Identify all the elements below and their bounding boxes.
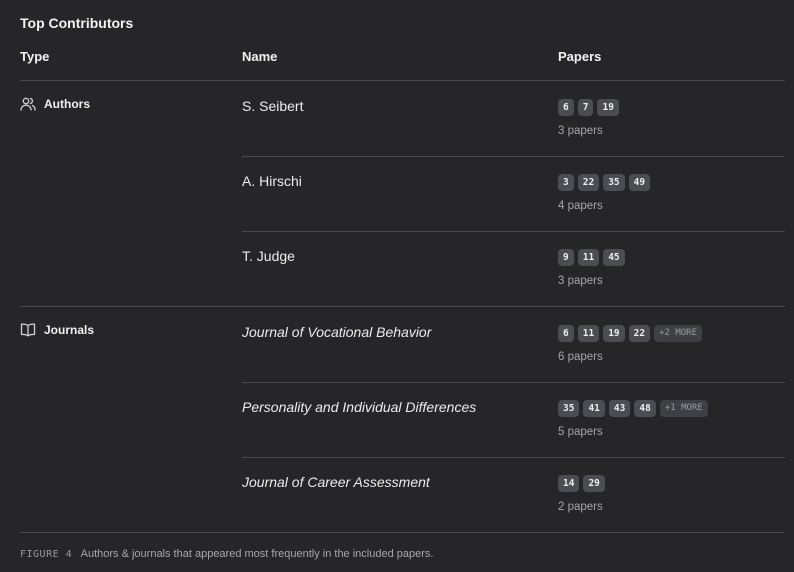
column-header-papers: Papers <box>558 49 602 64</box>
more-papers-badge[interactable]: +2 MORE <box>654 325 703 342</box>
paper-badges: 14 29 <box>558 475 609 492</box>
table-row: Personality and Individual Differences 3… <box>242 382 785 458</box>
paper-badge[interactable]: 41 <box>583 400 605 417</box>
paper-badge[interactable]: 19 <box>603 325 625 342</box>
journal-name: Journal of Vocational Behavior <box>242 324 432 340</box>
table-row: S. Seibert 6 7 19 3 papers <box>242 81 785 157</box>
users-icon <box>20 97 36 111</box>
table-row: T. Judge 9 11 45 3 papers <box>242 231 785 306</box>
more-papers-badge[interactable]: +1 MORE <box>659 400 708 417</box>
paper-badges: 9 11 45 <box>558 249 629 266</box>
paper-badge[interactable]: 14 <box>558 475 580 492</box>
group-label-journals: Journals <box>20 323 94 337</box>
paper-badge[interactable]: 48 <box>634 400 656 417</box>
paper-badge[interactable]: 49 <box>628 174 651 191</box>
column-header-name: Name <box>242 49 278 64</box>
paper-count: 5 papers <box>558 426 603 438</box>
paper-badge[interactable]: 6 <box>558 99 574 116</box>
author-name: T. Judge <box>242 248 295 264</box>
author-name: S. Seibert <box>242 98 304 114</box>
table-bottom-divider <box>20 532 785 533</box>
paper-badges: 35 41 43 48 +1 MORE <box>558 400 712 417</box>
paper-badge[interactable]: 19 <box>597 99 619 116</box>
section-title: Top Contributors <box>20 15 134 31</box>
paper-badge[interactable]: 7 <box>577 99 594 116</box>
group-label-text: Authors <box>44 97 90 111</box>
paper-badges: 6 11 19 22 +2 MORE <box>558 325 706 342</box>
paper-badge[interactable]: 29 <box>583 475 605 492</box>
paper-badge[interactable]: 35 <box>558 400 580 417</box>
paper-badge[interactable]: 3 <box>558 174 574 191</box>
paper-badge[interactable]: 11 <box>577 249 600 266</box>
table-header: Type Name Papers <box>20 48 785 81</box>
paper-badge[interactable]: 35 <box>603 174 625 191</box>
author-name: A. Hirschi <box>242 173 302 189</box>
paper-badge[interactable]: 22 <box>577 174 600 191</box>
paper-badge[interactable]: 22 <box>628 325 651 342</box>
paper-badge[interactable]: 45 <box>603 249 625 266</box>
paper-count: 4 papers <box>558 200 603 212</box>
caption-text: Authors & journals that appeared most fr… <box>80 548 434 560</box>
group-label-authors: Authors <box>20 97 90 111</box>
paper-count: 3 papers <box>558 125 603 137</box>
column-header-type: Type <box>20 49 50 64</box>
paper-badges: 6 7 19 <box>558 99 623 116</box>
table-row: A. Hirschi 3 22 35 49 4 papers <box>242 156 785 232</box>
paper-count: 2 papers <box>558 501 603 513</box>
table-row: Journal of Career Assessment 14 29 2 pap… <box>242 457 785 532</box>
paper-badge[interactable]: 11 <box>577 325 600 342</box>
paper-count: 3 papers <box>558 275 603 287</box>
paper-badges: 3 22 35 49 <box>558 174 654 191</box>
journal-name: Journal of Career Assessment <box>242 474 430 490</box>
figure-number: FIGURE 4 <box>20 549 73 560</box>
figure-caption: FIGURE 4 Authors & journals that appeare… <box>20 548 433 560</box>
paper-badge[interactable]: 6 <box>558 325 574 342</box>
group-label-text: Journals <box>44 323 95 337</box>
paper-badge[interactable]: 43 <box>608 400 631 417</box>
paper-count: 6 papers <box>558 351 603 363</box>
paper-badge[interactable]: 9 <box>558 249 574 266</box>
journal-name: Personality and Individual Differences <box>242 399 477 415</box>
table-row: Journal of Vocational Behavior 6 11 19 2… <box>242 307 785 383</box>
book-icon <box>20 323 36 337</box>
